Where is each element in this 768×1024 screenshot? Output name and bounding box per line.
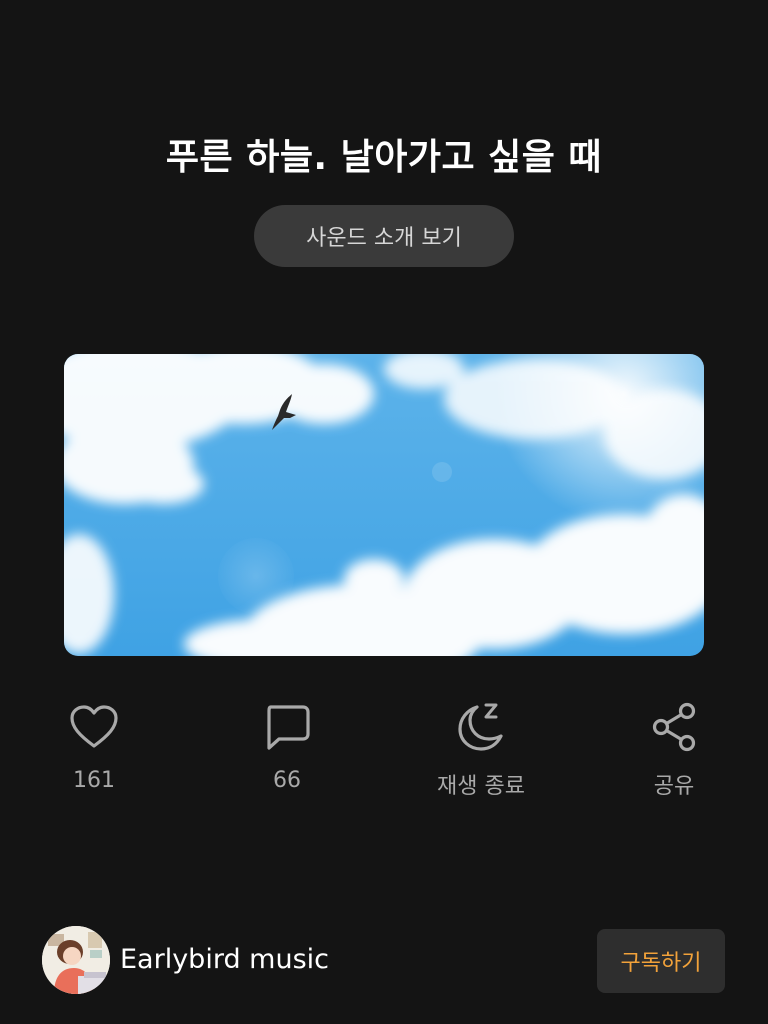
share-label: 공유	[653, 774, 695, 799]
cover-image	[64, 354, 704, 656]
page-title: 푸른 하늘. 날아가고 싶을 때	[165, 137, 603, 178]
sleep-timer-button[interactable]: 재생 종료	[401, 700, 561, 800]
heart-icon	[67, 700, 121, 754]
comment-button[interactable]: 66	[207, 700, 367, 793]
moon-sleep-icon	[454, 700, 508, 754]
like-count: 161	[73, 768, 115, 793]
sleep-timer-label: 재생 종료	[437, 774, 525, 799]
sound-intro-button[interactable]: 사운드 소개 보기	[254, 205, 514, 267]
share-button[interactable]: 공유	[594, 700, 754, 800]
share-icon	[647, 700, 701, 754]
channel-name[interactable]: Earlybird music	[120, 944, 329, 975]
comment-icon	[260, 700, 314, 754]
channel-avatar[interactable]	[42, 926, 110, 994]
like-button[interactable]: 161	[14, 700, 174, 793]
channel-bar: Earlybird music 구독하기	[0, 926, 768, 998]
subscribe-button[interactable]: 구독하기	[597, 929, 725, 993]
action-bar: 161 66 재생 종료 공유	[0, 700, 768, 810]
comment-count: 66	[273, 768, 301, 793]
